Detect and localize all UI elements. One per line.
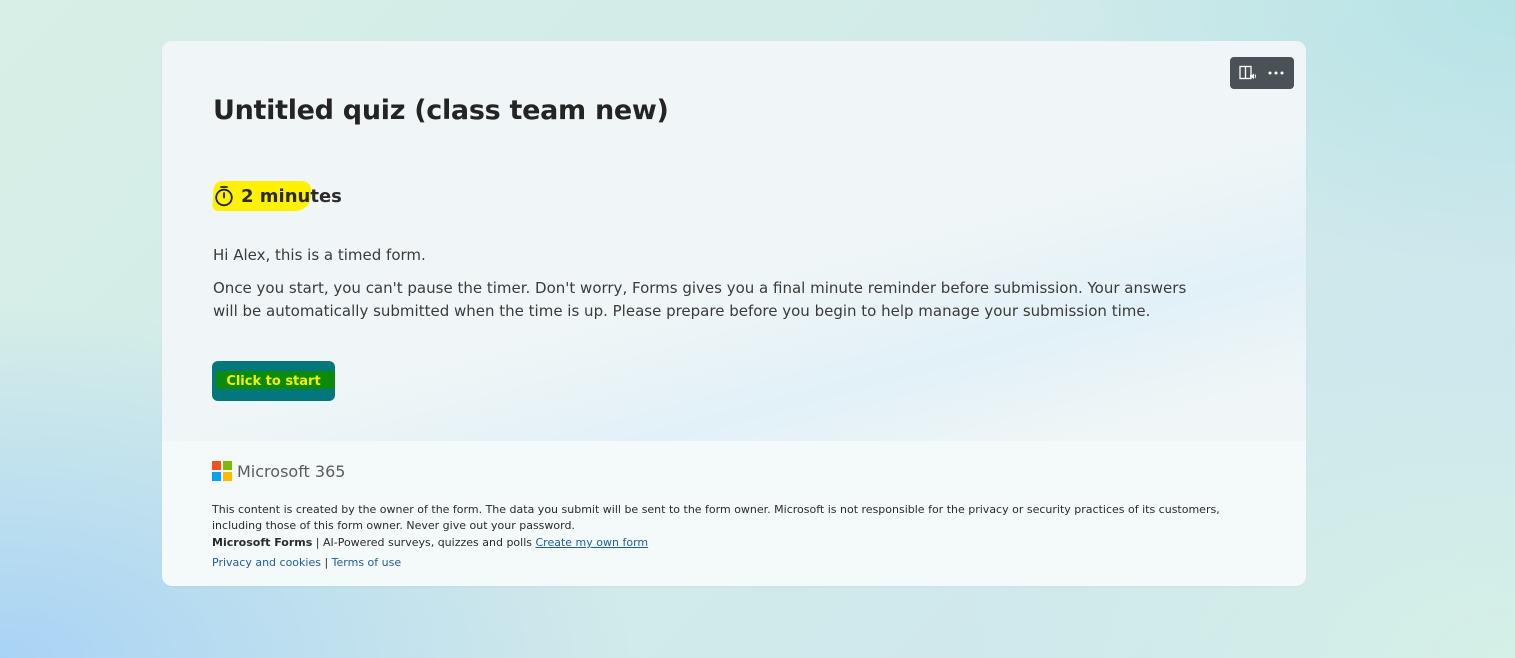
more-options-button[interactable] [1263, 60, 1289, 86]
form-header-area: Untitled quiz (class team new) 2 minutes… [162, 41, 1306, 441]
create-form-link[interactable]: Create my own form [536, 536, 649, 549]
disclaimer-text: This content is created by the owner of … [212, 503, 1220, 532]
immersive-reader-button[interactable] [1235, 60, 1261, 86]
forms-promo-line: Microsoft Forms | AI-Powered surveys, qu… [212, 536, 648, 549]
timer-label: 2 minutes [241, 185, 342, 207]
form-toolbar [1230, 57, 1294, 89]
start-button[interactable]: Click to start [212, 361, 335, 401]
immersive-reader-icon [1239, 65, 1257, 80]
microsoft-365-logo: Microsoft 365 [212, 461, 345, 481]
timer-description: Once you start, you can't pause the time… [213, 279, 1187, 320]
terms-link[interactable]: Terms of use [332, 556, 401, 569]
stopwatch-icon [213, 185, 235, 207]
form-title: Untitled quiz (class team new) [213, 95, 669, 126]
privacy-link[interactable]: Privacy and cookies [212, 556, 321, 569]
legal-links: Privacy and cookies | Terms of use [212, 556, 401, 569]
product-tagline: | AI-Powered surveys, quizzes and polls [312, 536, 536, 549]
timer-duration: 2 minutes [211, 181, 342, 211]
greeting-text: Hi Alex, this is a timed form. [213, 246, 426, 264]
legal-separator: | [320, 556, 332, 569]
start-button-label: Click to start [226, 373, 321, 389]
brand-name: Microsoft 365 [237, 461, 346, 481]
form-footer: Microsoft 365 This content is created by… [162, 441, 1306, 586]
product-name: Microsoft Forms [212, 536, 313, 549]
microsoft-logo-icon [212, 461, 232, 481]
more-options-icon [1268, 71, 1284, 75]
form-card: Untitled quiz (class team new) 2 minutes… [162, 41, 1306, 586]
